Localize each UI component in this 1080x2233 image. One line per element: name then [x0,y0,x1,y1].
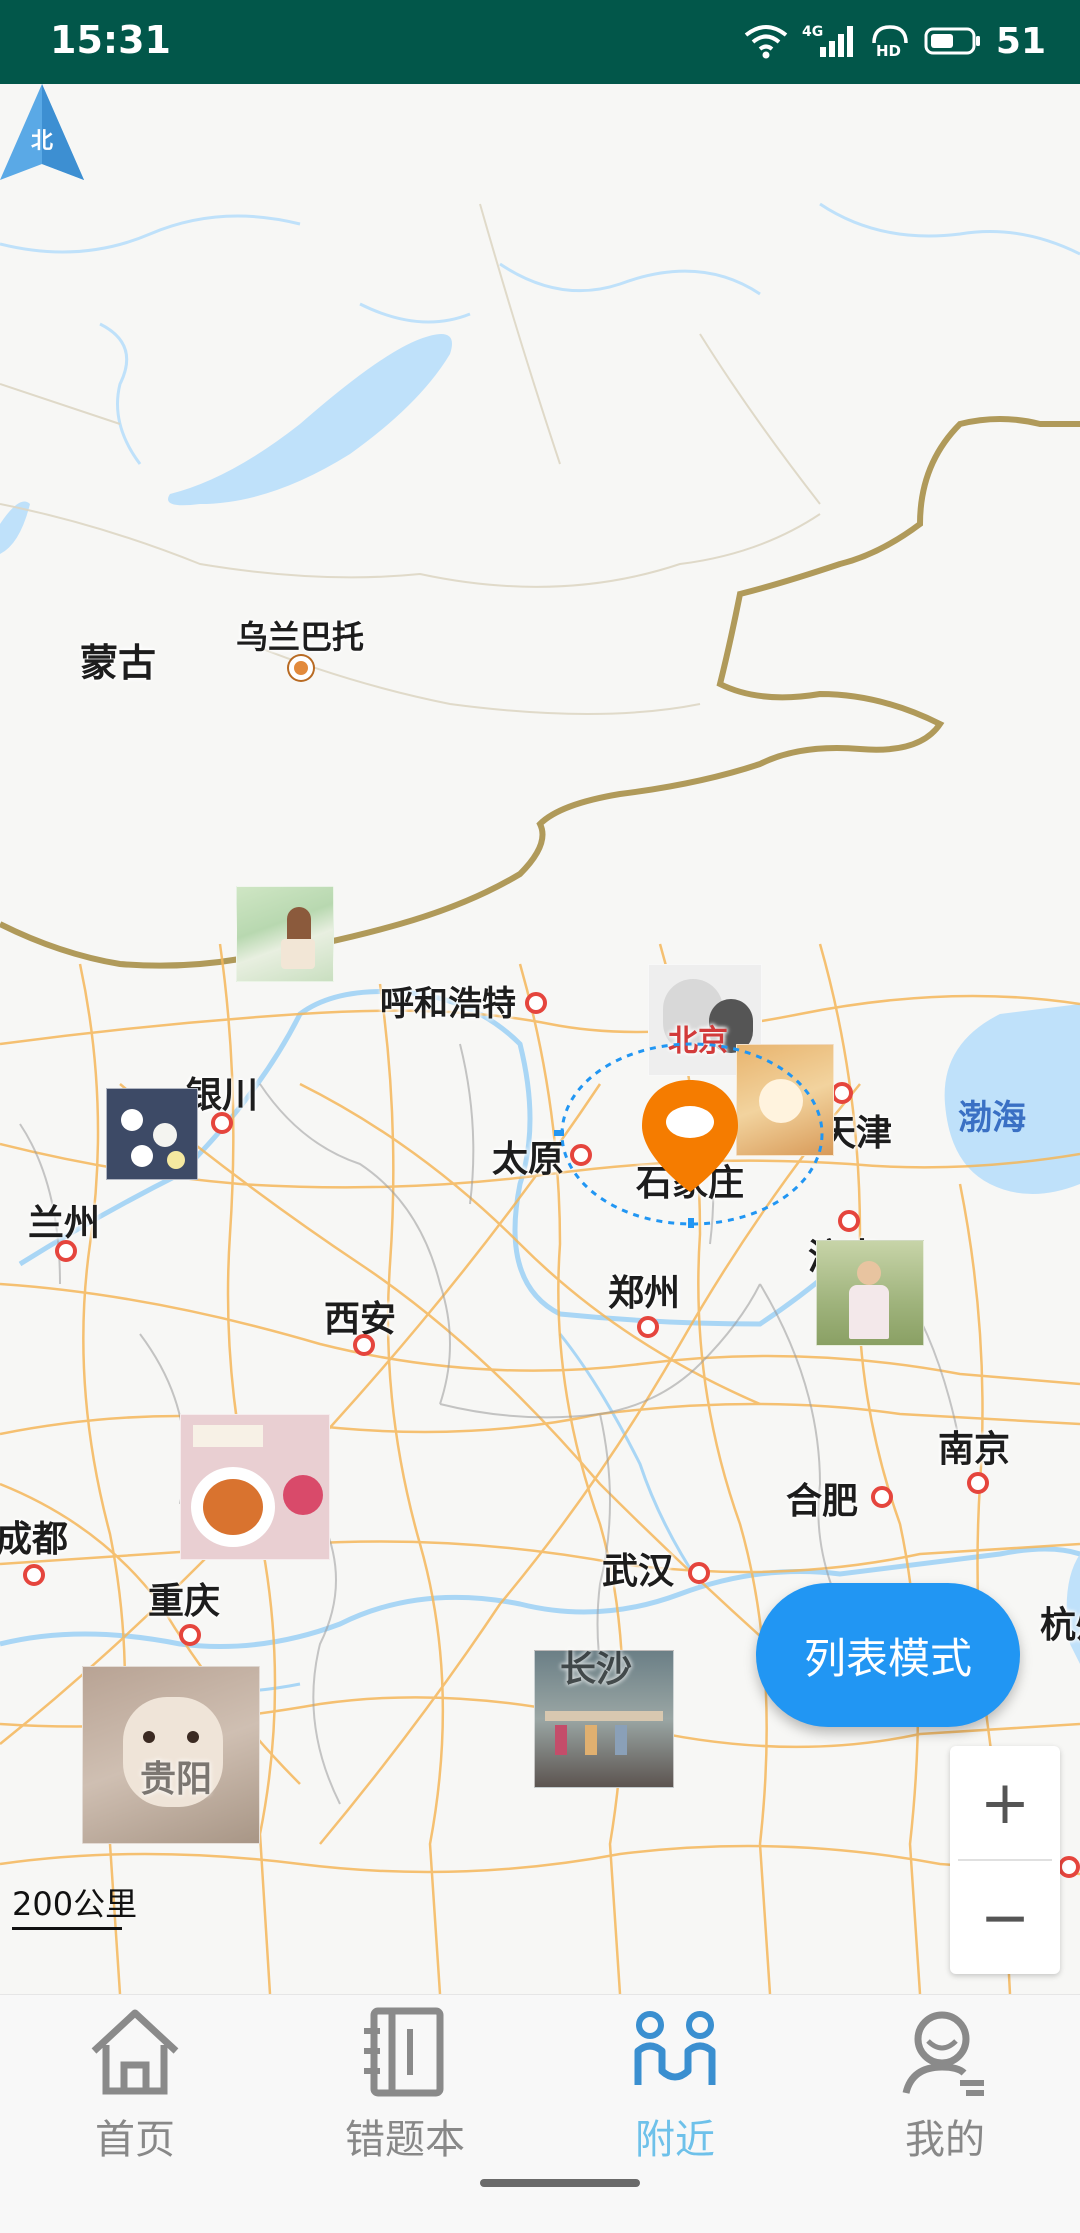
svg-text:4G: 4G [802,24,823,40]
city-dot [838,1210,860,1232]
nav-label: 我的 [905,2117,985,2163]
zoom-in-button[interactable]: + [950,1746,1060,1859]
photo-marker[interactable] [816,1240,924,1346]
city-label: 呼和浩特 [380,984,516,1024]
city-dot [1058,1856,1080,1878]
photo-marker[interactable] [180,1414,330,1560]
city-label: 兰州 [28,1203,101,1244]
city-label: 成都 [0,1519,69,1560]
scale-label: 200公里 [12,1885,138,1923]
zoom-out-button[interactable]: − [950,1861,1060,1974]
city-label: 武汉 [602,1551,675,1592]
city-label: 长沙 [560,1649,633,1690]
location-pin-icon[interactable] [638,1076,742,1196]
bottom-nav: 首页 错题本 附近 我的 [0,1994,1080,2233]
nav-item-notebook[interactable]: 错题本 [270,1995,540,2175]
nearby-icon [634,2011,716,2085]
status-bar: 15:31 4G HD 51 [0,0,1080,84]
border-line [0,416,1080,969]
battery-level: 51 [995,20,1046,62]
wifi-icon [744,25,788,59]
city-label: 南京 [938,1429,1011,1470]
country-label: 蒙古 [80,641,157,685]
zoom-controls: + − [950,1746,1060,1974]
photo-marker[interactable] [236,886,334,982]
city-label: 乌兰巴托 [236,618,365,656]
nav-item-profile[interactable]: 我的 [810,1995,1080,2175]
city-dot [353,1334,375,1356]
status-time: 15:31 [50,18,171,62]
city-label: 贵阳 [140,1759,213,1800]
city-dot [967,1472,989,1494]
list-mode-button[interactable]: 列表模式 [756,1583,1020,1727]
city-label: 杭州 [1040,1605,1080,1646]
city-dot [179,1624,201,1646]
city-dot [688,1562,710,1584]
city-label: 合肥 [786,1481,859,1522]
photo-marker[interactable] [106,1088,198,1180]
home-indicator[interactable] [480,2179,640,2187]
city-dot [831,1082,853,1104]
nav-item-home[interactable]: 首页 [0,1995,270,2175]
city-dot [871,1486,893,1508]
hd-icon: HD [872,25,908,59]
profile-icon [902,2011,984,2096]
notebook-icon [364,2007,444,2097]
nav-label: 错题本 [345,2117,465,2163]
city-dot [211,1112,233,1134]
nav-label: 附近 [635,2117,715,2163]
nav-label: 首页 [95,2117,175,2163]
city-dot [23,1564,45,1586]
svg-text:北: 北 [31,129,53,154]
city-dot [637,1316,659,1338]
compass-icon[interactable]: 北 [0,84,84,194]
home-icon [91,2009,179,2095]
sea-label: 渤海 [958,1098,1026,1138]
status-icons: 4G HD 51 [744,16,1046,66]
lake-baikal [168,334,452,506]
signal-icon: 4G [802,24,853,57]
city-dot [525,992,547,1014]
battery-icon [924,27,980,55]
city-label: 重庆 [148,1581,221,1622]
scale-bar [12,1927,122,1930]
nav-item-nearby[interactable]: 附近 [540,1995,810,2175]
svg-text:HD: HD [876,42,901,59]
city-dot [55,1240,77,1262]
city-label: 郑州 [608,1273,681,1314]
city-dot [289,656,313,680]
